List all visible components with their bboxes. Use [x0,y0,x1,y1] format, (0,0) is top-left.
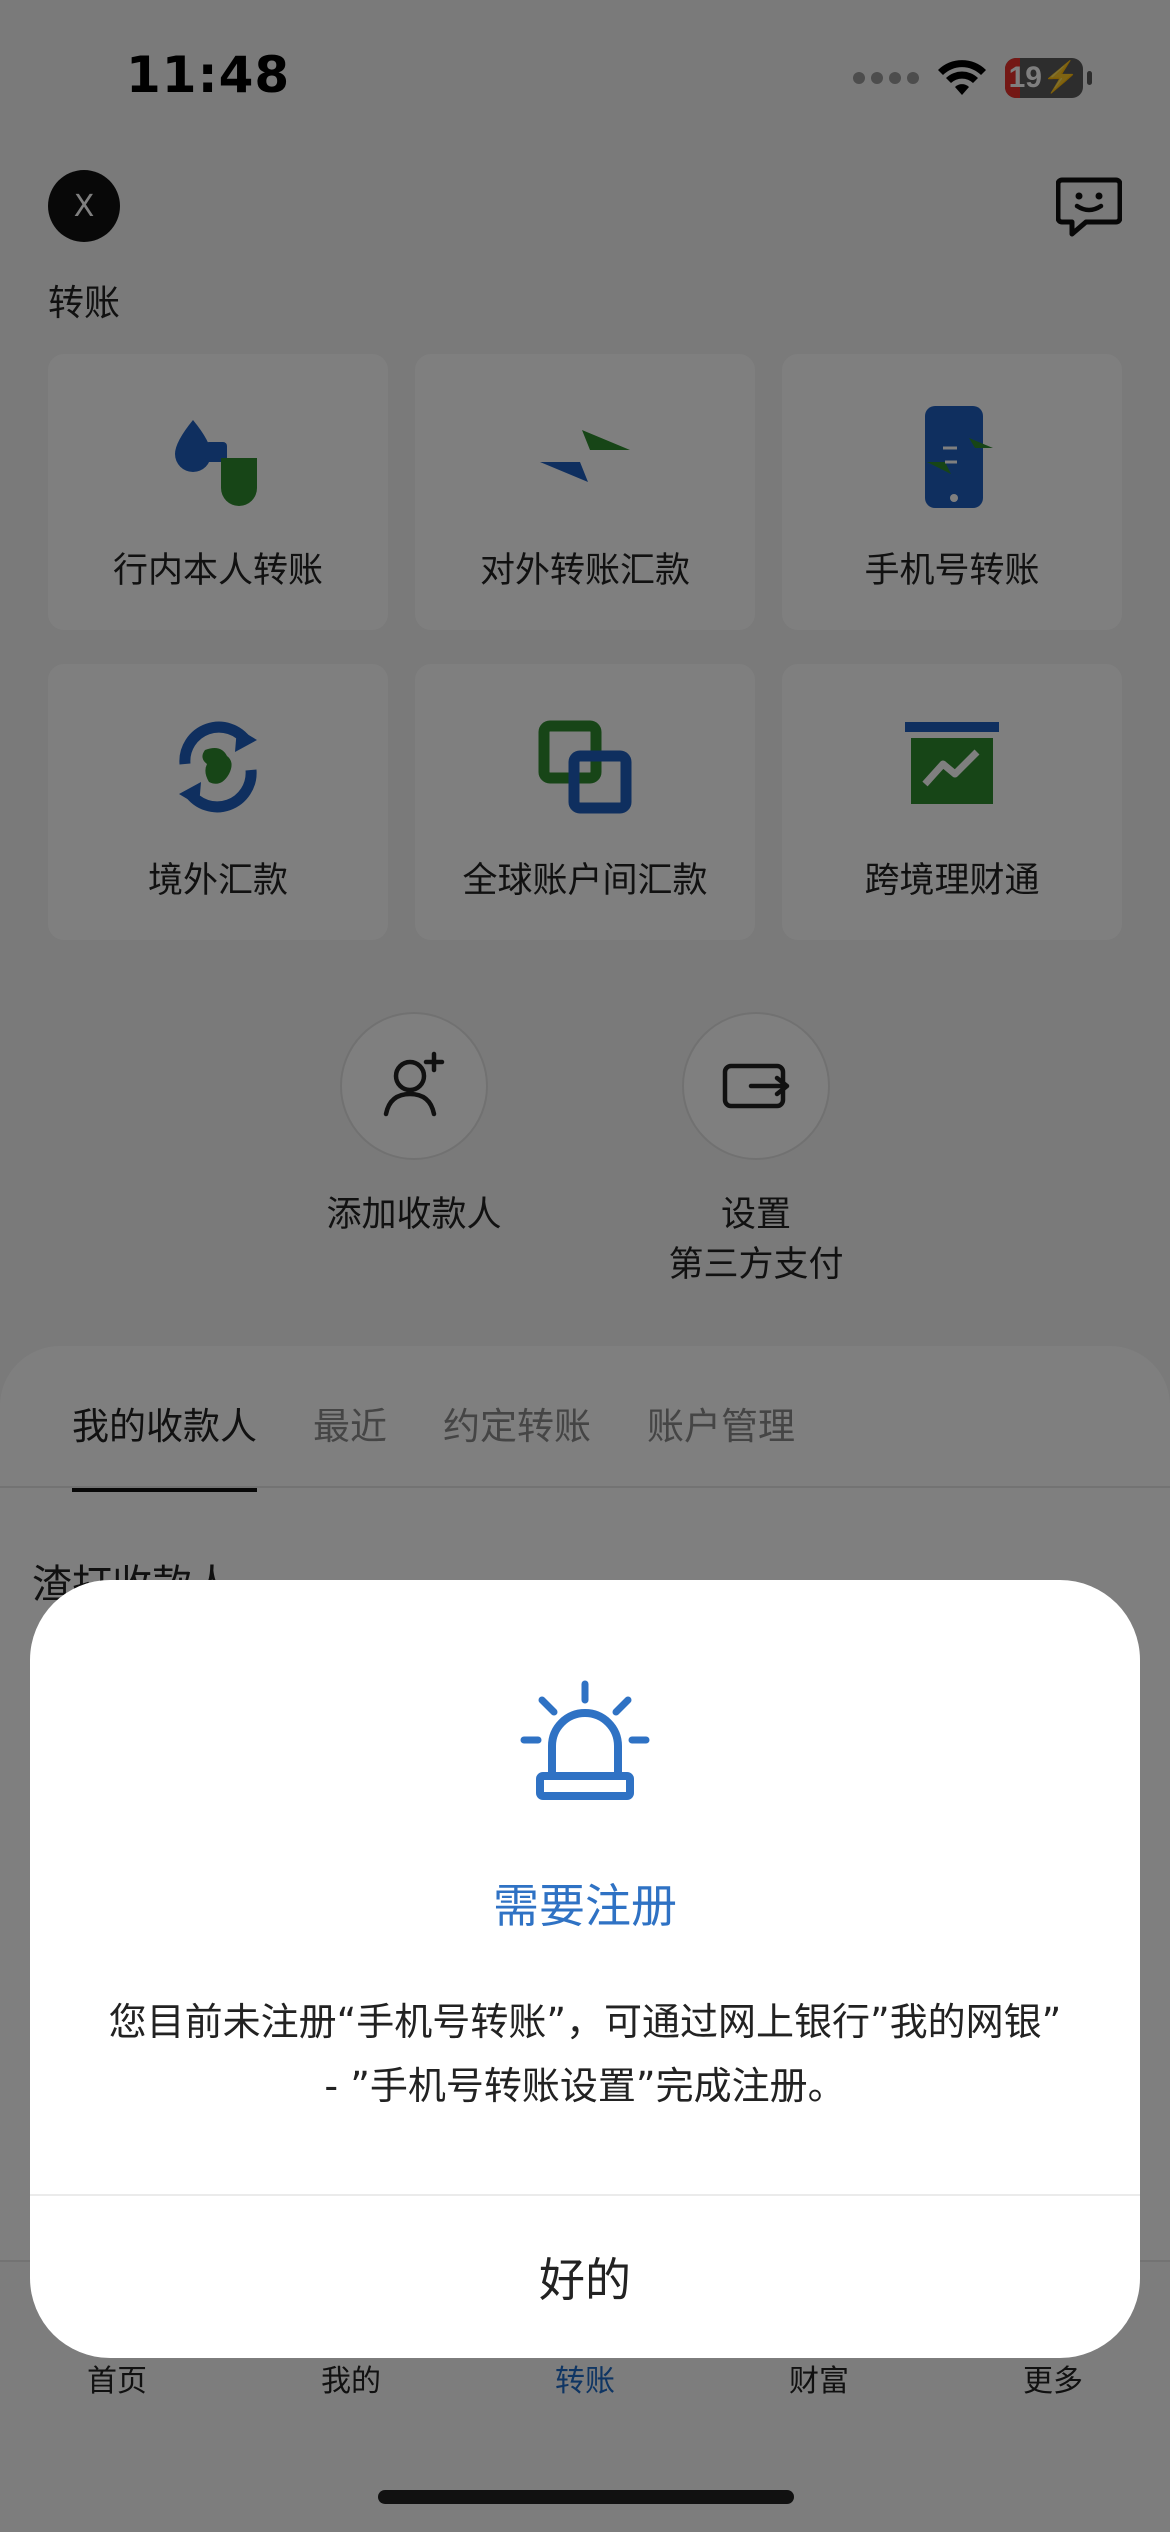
home-indicator[interactable] [378,2490,794,2504]
registration-required-dialog: 需要注册 您目前未注册“手机号转账”，可通过网上银行”我的网银” - ”手机号转… [30,1580,1140,2358]
alarm-siren-icon [520,1680,650,1800]
dialog-title: 需要注册 [493,1879,677,1933]
ok-button[interactable]: 好的 [30,2196,1140,2358]
dialog-message: 您目前未注册“手机号转账”，可通过网上银行”我的网银” - ”手机号转账设置”完… [108,2000,1062,2108]
